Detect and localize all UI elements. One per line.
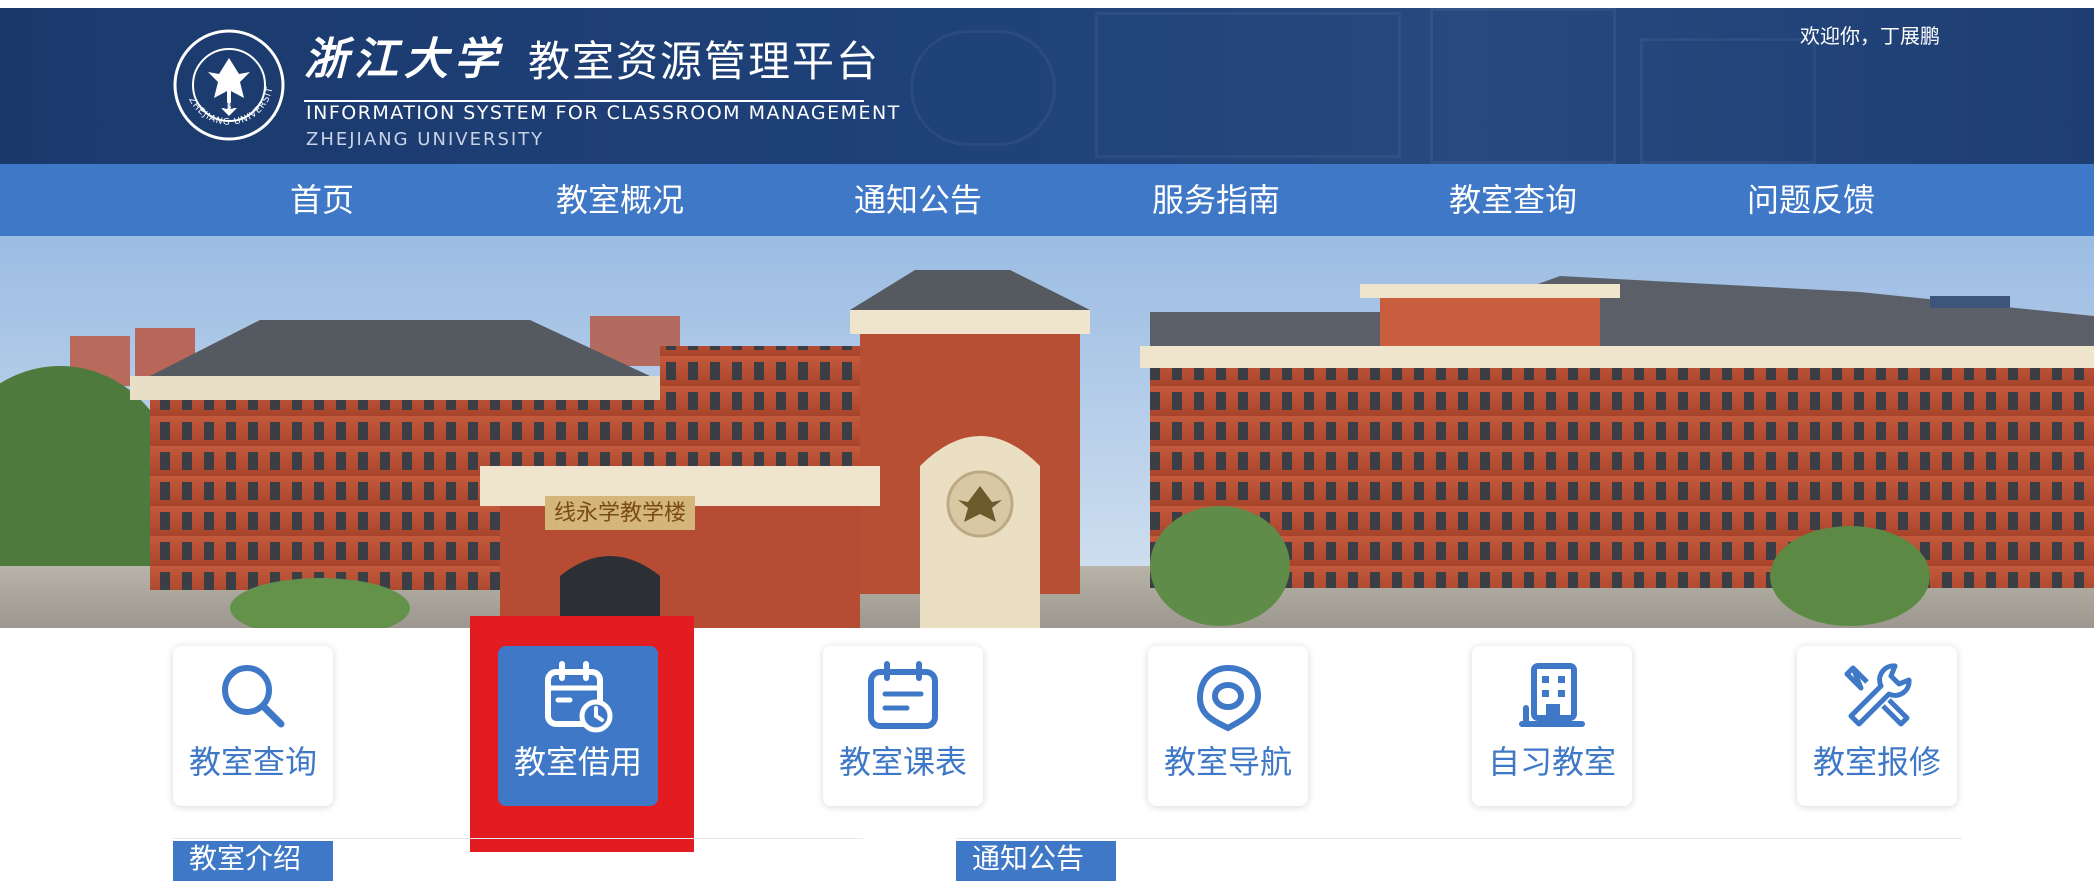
repair-tools-icon bbox=[1844, 663, 1912, 727]
tile-label: 教室报修 bbox=[1812, 743, 1941, 781]
header-bg-decoration bbox=[910, 30, 1056, 146]
nav-item-classroom-overview[interactable]: 教室概况 bbox=[556, 164, 684, 236]
header-bg-decoration bbox=[1640, 38, 1816, 164]
tile-label: 教室课表 bbox=[838, 743, 967, 781]
panel-tab-notices[interactable]: 通知公告 bbox=[956, 841, 1116, 881]
calendar-list-icon bbox=[868, 661, 938, 729]
nav-item-service-guide[interactable]: 服务指南 bbox=[1152, 164, 1280, 236]
platform-subtitle-en: INFORMATION SYSTEM FOR CLASSROOM MANAGEM… bbox=[306, 102, 901, 124]
tile-classroom-navigation[interactable]: 教室导航 bbox=[1148, 646, 1308, 806]
svg-text:1897: 1897 bbox=[218, 102, 241, 112]
panel-notices: 通知公告 bbox=[956, 838, 1962, 881]
panel-tab-classroom-intro[interactable]: 教室介绍 bbox=[173, 841, 333, 881]
building-icon bbox=[1519, 663, 1585, 727]
building-sign-text: 线永学教学楼 bbox=[554, 501, 686, 526]
tile-classroom-search[interactable]: 教室查询 bbox=[173, 646, 333, 806]
panel-classroom-intro: 教室介绍 bbox=[173, 838, 863, 881]
nav-item-classroom-search[interactable]: 教室查询 bbox=[1449, 164, 1577, 236]
university-seal-logo[interactable]: 1897 ZHEJIANG UNIVERSITY bbox=[172, 28, 286, 142]
tile-label: 教室导航 bbox=[1163, 743, 1292, 781]
main-nav: 首页 教室概况 通知公告 服务指南 教室查询 问题反馈 bbox=[0, 164, 2094, 236]
nav-item-notices[interactable]: 通知公告 bbox=[854, 164, 982, 236]
tile-classroom-repair[interactable]: 教室报修 bbox=[1797, 646, 1957, 806]
tile-classroom-booking[interactable]: 教室借用 bbox=[498, 646, 658, 806]
nav-item-home[interactable]: 首页 bbox=[290, 164, 354, 236]
hero-banner-image: 线永学教学楼 bbox=[0, 236, 2094, 628]
welcome-user-text[interactable]: 欢迎你，丁展鹏 bbox=[1800, 26, 1940, 46]
header-bg-decoration bbox=[1095, 12, 1401, 158]
tile-classroom-timetable[interactable]: 教室课表 bbox=[823, 646, 983, 806]
calendar-clock-icon bbox=[545, 661, 613, 733]
header-bg-decoration bbox=[1430, 8, 1616, 164]
nav-item-feedback[interactable]: 问题反馈 bbox=[1747, 164, 1875, 236]
search-icon bbox=[222, 665, 285, 728]
platform-title: 教室资源管理平台 bbox=[528, 37, 881, 86]
tile-label: 教室借用 bbox=[513, 743, 642, 781]
tile-label: 教室查询 bbox=[188, 743, 317, 781]
university-name-en: ZHEJIANG UNIVERSITY bbox=[306, 129, 545, 150]
location-pin-icon bbox=[1196, 664, 1262, 732]
university-calligraphy-logo: 浙江大学 bbox=[304, 34, 504, 85]
site-header: 1897 ZHEJIANG UNIVERSITY 浙江大学 教室资源管理平台 I… bbox=[0, 8, 2094, 164]
tile-self-study-room[interactable]: 自习教室 bbox=[1472, 646, 1632, 806]
tile-label: 自习教室 bbox=[1487, 743, 1616, 781]
